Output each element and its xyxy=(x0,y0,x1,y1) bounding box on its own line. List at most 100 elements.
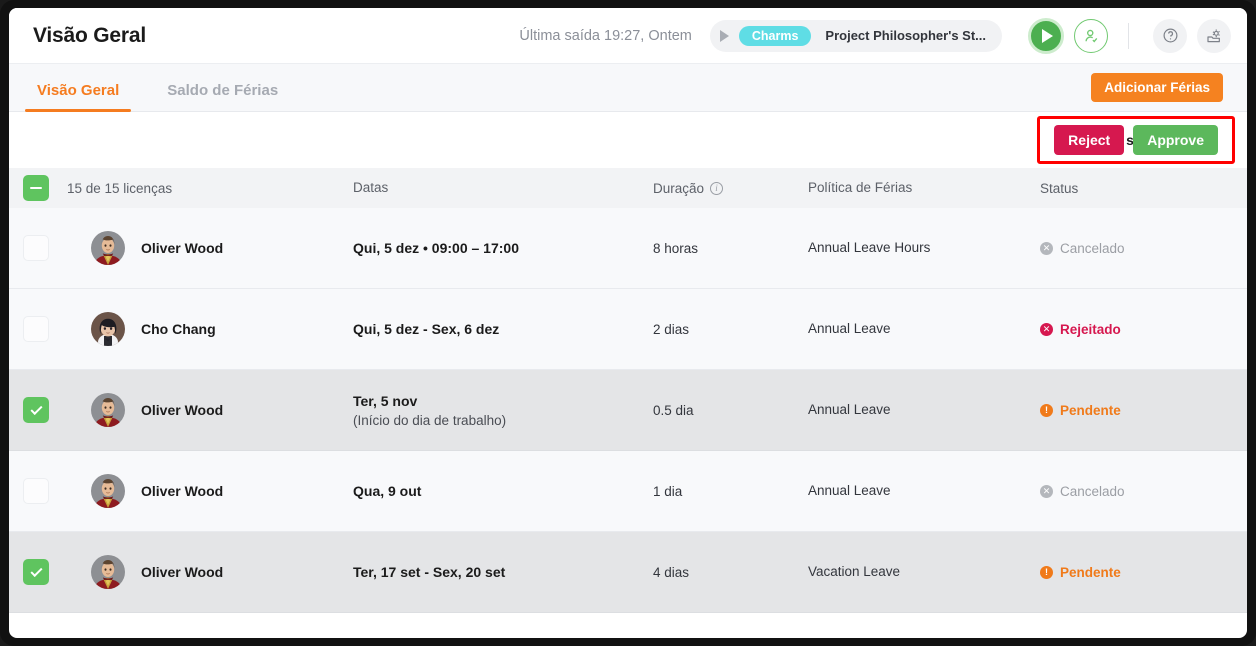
date-range: Qua, 9 out xyxy=(353,483,422,499)
table-row[interactable]: Oliver Wood Ter, 17 set - Sex, 20 set 4 di… xyxy=(9,532,1247,613)
status-cell: ! Pendente xyxy=(1040,403,1247,418)
employee-name: Oliver Wood xyxy=(141,240,224,256)
dates-cell: Qua, 9 out xyxy=(353,483,653,499)
row-select-checkbox[interactable] xyxy=(23,559,49,585)
tabs-band: Visão Geral Saldo de Férias Adicionar Fé… xyxy=(9,64,1247,112)
employee-name: Cho Chang xyxy=(141,321,216,337)
gear-settings-icon xyxy=(1207,29,1220,42)
tab-visao-geral[interactable]: Visão Geral xyxy=(24,82,132,112)
status-badge: ! Pendente xyxy=(1040,565,1121,580)
add-vacation-button[interactable]: Adicionar Férias xyxy=(1091,73,1223,102)
duration-value: 1 dia xyxy=(653,483,683,499)
status-badge: ! Pendente xyxy=(1040,403,1121,418)
avatar-oliver-wood xyxy=(91,393,125,427)
date-range: Ter, 17 set - Sex, 20 set xyxy=(353,564,506,580)
row-select-checkbox[interactable] xyxy=(23,478,49,504)
duration-value: 8 horas xyxy=(653,240,699,256)
column-header-licenses-label: 15 de 15 licenças xyxy=(67,180,173,196)
column-header-dates: Datas xyxy=(353,179,653,197)
date-range: Ter, 5 nov xyxy=(353,392,418,409)
policy-cell: Annual Leave xyxy=(808,482,1040,500)
column-header-licenses: 15 de 15 licenças xyxy=(67,181,353,196)
header-divider xyxy=(1128,22,1129,49)
check-icon xyxy=(29,402,43,415)
row-select-checkbox[interactable] xyxy=(23,397,49,423)
approval-actions-highlight: Reject Approve xyxy=(1037,116,1235,164)
policy-cell: Annual Leave Hours xyxy=(808,239,1040,257)
duration-cell: 8 horas xyxy=(653,241,808,256)
avatar-oliver-wood xyxy=(91,555,125,589)
duration-cell: 0.5 dia xyxy=(653,403,808,418)
question-mark-icon xyxy=(1163,28,1177,43)
column-header-policy: Política de Férias xyxy=(808,179,1040,197)
avatar-cho-chang xyxy=(91,312,125,346)
status-badge: ✕ Cancelado xyxy=(1040,484,1125,499)
tab-saldo-de-ferias[interactable]: Saldo de Férias xyxy=(163,82,282,111)
status-badge: ✕ Cancelado xyxy=(1040,241,1125,256)
status-label: Cancelado xyxy=(1060,483,1125,499)
employee-name: Oliver Wood xyxy=(141,564,224,580)
avatar-oliver-wood xyxy=(91,231,125,265)
person-check-icon xyxy=(1085,29,1098,42)
dash-icon xyxy=(30,187,42,189)
cancelled-icon: ✕ xyxy=(1040,241,1053,255)
policy-value: Annual Leave xyxy=(808,321,891,336)
dates-cell: Qui, 5 dez • 09:00 – 17:00 xyxy=(353,240,653,256)
status-cell: ✕ Cancelado xyxy=(1040,484,1247,499)
column-header-dates-label: Datas xyxy=(353,180,389,195)
dates-cell: Qui, 5 dez - Sex, 6 dez xyxy=(353,321,653,337)
row-checkbox-cell xyxy=(23,397,67,423)
employee-name: Oliver Wood xyxy=(141,483,224,499)
project-tag-badge: Charms xyxy=(738,25,812,46)
attendance-check-in-button[interactable] xyxy=(1074,18,1108,53)
row-checkbox-cell xyxy=(23,316,67,342)
table-header-row: 15 de 15 licenças Datas Duração i Políti… xyxy=(9,168,1247,208)
duration-value: 4 dias xyxy=(653,564,690,580)
reject-button[interactable]: Reject xyxy=(1054,125,1125,155)
dates-cell: Ter, 5 nov (Início do dia de trabalho) xyxy=(353,393,653,428)
top-header: Visão Geral Última saída 19:27, Ontem Ch… xyxy=(9,8,1247,64)
row-select-checkbox[interactable] xyxy=(23,316,49,342)
status-label: Pendente xyxy=(1060,402,1121,418)
info-icon[interactable]: i xyxy=(710,181,724,195)
table-row[interactable]: Oliver Wood Ter, 5 nov (Início do dia de t… xyxy=(9,370,1247,451)
table-row[interactable]: Oliver Wood Qua, 9 out 1 dia Annual Leave ✕ C… xyxy=(9,451,1247,532)
timer-project-pill[interactable]: Charms Project Philosopher's St... xyxy=(709,19,1002,52)
bulk-action-bar: 2 selecionado Reject Approve xyxy=(9,112,1247,168)
cancelled-icon: ✕ xyxy=(1040,484,1053,498)
date-range: Qui, 5 dez • 09:00 – 17:00 xyxy=(353,240,519,256)
status-label: Rejeitado xyxy=(1060,321,1121,337)
pending-icon: ! xyxy=(1040,403,1053,417)
employee-cell: Oliver Wood xyxy=(67,474,353,508)
table-row[interactable]: Oliver Wood Qui, 5 dez • 09:00 – 17:00 8 h… xyxy=(9,208,1247,289)
pending-icon: ! xyxy=(1040,565,1053,579)
status-cell: ✕ Cancelado xyxy=(1040,241,1247,256)
select-all-checkbox[interactable] xyxy=(23,175,49,201)
last-exit-label: Última saída 19:27, Ontem xyxy=(519,27,692,44)
row-select-checkbox[interactable] xyxy=(23,235,49,261)
employee-cell: Oliver Wood xyxy=(67,555,353,589)
policy-value: Annual Leave xyxy=(808,402,891,417)
check-icon xyxy=(29,564,43,577)
employee-cell: Cho Chang xyxy=(67,312,353,346)
start-timer-button[interactable] xyxy=(1028,17,1064,54)
status-label: Cancelado xyxy=(1060,240,1125,256)
duration-value: 0.5 dia xyxy=(653,402,694,418)
policy-cell: Vacation Leave xyxy=(808,563,1040,581)
approve-button[interactable]: Approve xyxy=(1133,125,1218,155)
settings-button[interactable] xyxy=(1197,18,1231,53)
column-header-policy-label: Política de Férias xyxy=(808,180,913,195)
header-checkbox-cell xyxy=(23,175,67,201)
table-row[interactable]: Cho Chang Qui, 5 dez - Sex, 6 dez 2 dias An… xyxy=(9,289,1247,370)
date-range: Qui, 5 dez - Sex, 6 dez xyxy=(353,321,500,337)
column-header-status-label: Status xyxy=(1040,180,1079,196)
leave-requests-table: 15 de 15 licenças Datas Duração i Políti… xyxy=(9,168,1247,613)
help-button[interactable] xyxy=(1153,18,1187,53)
row-checkbox-cell xyxy=(23,478,67,504)
policy-value: Annual Leave Hours xyxy=(808,240,931,255)
app-root: Visão Geral Última saída 19:27, Ontem Ch… xyxy=(9,8,1247,638)
duration-cell: 2 dias xyxy=(653,322,808,337)
employee-cell: Oliver Wood xyxy=(67,231,353,265)
column-header-duration-label: Duração xyxy=(653,180,705,196)
column-header-duration: Duração i xyxy=(653,181,808,196)
